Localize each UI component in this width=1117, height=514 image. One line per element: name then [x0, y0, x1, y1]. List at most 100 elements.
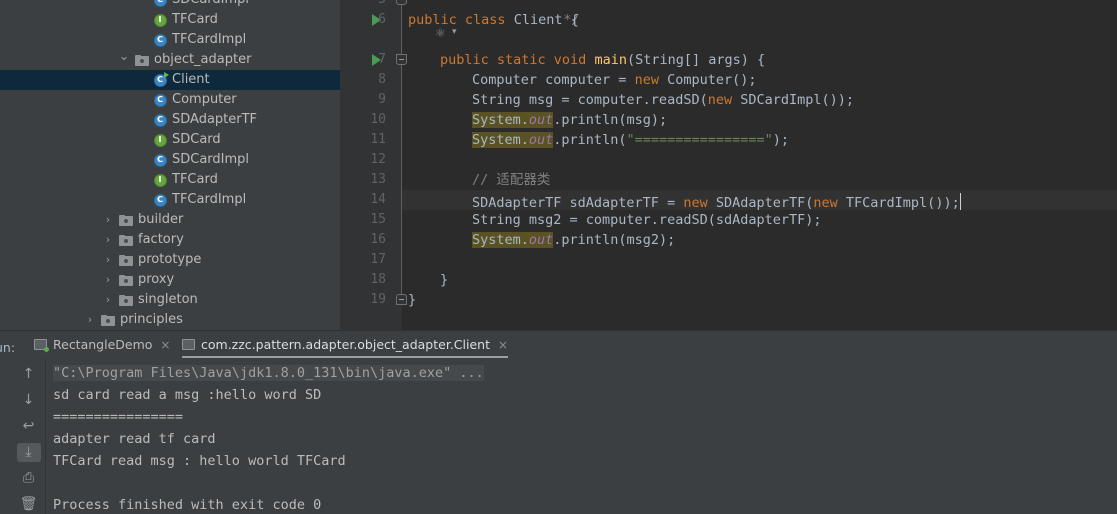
class-icon: C — [152, 90, 168, 110]
text-caret — [959, 193, 962, 210]
console-line: adapter read tf card — [53, 431, 216, 447]
code-text-area[interactable]: */ public class Client { public static v… — [402, 0, 1117, 330]
code-token-string: "================" — [626, 132, 773, 148]
run-tab-rectangledemo[interactable]: RectangleDemo × — [28, 331, 176, 358]
tree-item-client[interactable]: C Client — [0, 70, 340, 90]
chevron-right-icon[interactable]: › — [102, 210, 114, 230]
code-token-keyword: class — [464, 12, 506, 28]
tree-item-object_adapter[interactable]: ⌄ object_adapter — [0, 50, 340, 70]
code-token-text: Computer computer = — [472, 72, 635, 88]
tree-item-label: TFCardImpl — [172, 32, 247, 47]
scroll-to-end-icon[interactable]: ⤓ — [16, 442, 41, 462]
run-tab-bar[interactable]: RectangleDemo × com.zzc.pattern.adapter.… — [0, 331, 1117, 358]
tree-item-sdcardimpl[interactable]: C SDCardImpl — [0, 150, 340, 170]
code-token-keyword: new — [683, 195, 708, 211]
tree-item-tfcard[interactable]: I TFCard — [0, 170, 340, 190]
code-token-keyword: new — [813, 195, 838, 211]
class-runnable-icon: C — [152, 70, 169, 90]
code-token-text: ); — [772, 132, 790, 148]
code-line[interactable]: String msg = computer.readSD(new SDCardI… — [402, 90, 1117, 110]
console-toolbar[interactable]: ↑ ↓ ↩ ⤓ ⎙ 🗑 — [12, 358, 46, 514]
tree-item-label: Computer — [172, 92, 237, 107]
console-icon — [34, 339, 49, 352]
code-token-brace: } — [408, 292, 417, 308]
close-icon[interactable]: × — [498, 338, 508, 352]
tree-item-principles[interactable]: › principles — [0, 310, 340, 330]
tree-item-tfcardimpl[interactable]: C TFCardImpl — [0, 30, 340, 50]
folder-icon — [118, 290, 134, 310]
tree-item-tfcard[interactable]: I TFCard — [0, 10, 340, 30]
chevron-right-icon[interactable]: › — [102, 230, 114, 250]
chevron-right-icon[interactable]: › — [102, 290, 114, 310]
code-line[interactable]: String msg2 = computer.readSD(sdAdapterT… — [402, 210, 1117, 230]
run-tool-window: ● ✓ ─ □ ◢ │ RectangleDemo × com.zzc.patt… — [0, 330, 1117, 514]
tree-item-label: prototype — [138, 252, 202, 267]
code-token-field: out — [528, 232, 554, 248]
code-line-bean-spacer — [402, 30, 1117, 50]
console-line: ================ — [53, 409, 184, 425]
line-number: 6 — [378, 12, 386, 27]
code-line-current[interactable]: SDAdapterTF sdAdapterTF = new SDAdapterT… — [402, 190, 1117, 211]
code-token-keyword: new — [707, 92, 733, 108]
code-line[interactable]: */ — [402, 0, 1117, 28]
code-line[interactable] — [402, 250, 1117, 270]
chevron-right-icon[interactable]: › — [102, 250, 114, 270]
tree-item-sdadaptertf[interactable]: C SDAdapterTF — [0, 110, 340, 130]
code-line[interactable]: System.out.println(msg); — [402, 110, 1117, 130]
code-token-params: (String[] args) { — [626, 52, 766, 68]
code-line[interactable]: public static void main(String[] args) { — [402, 50, 1117, 70]
project-tree-scrollbar-track[interactable] — [330, 0, 337, 330]
tree-item-proxy[interactable]: › proxy — [0, 270, 340, 290]
code-line[interactable]: // 适配器类 — [402, 170, 1117, 190]
line-number: 13 — [370, 172, 386, 187]
code-line[interactable]: System.out.println(msg2); — [402, 230, 1117, 250]
class-icon: C — [152, 190, 168, 210]
code-token-text: .println( — [553, 132, 627, 148]
tree-item-label: principles — [120, 312, 183, 327]
tree-item-sdcard[interactable]: I SDCard — [0, 130, 340, 150]
line-number: 15 — [370, 212, 386, 227]
down-arrow-icon[interactable]: ↓ — [17, 390, 41, 409]
project-tree-pane[interactable]: C SDCardImpl I TFCard C TFCardImpl ⌄ object_ada… — [0, 0, 340, 330]
ide-window: C SDCardImpl I TFCard C TFCardImpl ⌄ object_ada… — [0, 0, 1117, 514]
chevron-right-icon[interactable]: › — [102, 270, 114, 290]
line-number: 9 — [378, 92, 386, 107]
folder-icon — [118, 270, 134, 290]
code-token-text: Computer(); — [658, 72, 757, 88]
interface-icon: I — [152, 130, 168, 150]
code-token-comment: // 适配器类 — [472, 172, 551, 188]
code-token-text: String msg = computer.readSD( — [472, 92, 708, 108]
console-output[interactable]: "C:\Program Files\Java\jdk1.8.0_131\bin\… — [47, 358, 1117, 514]
line-number: 19 — [370, 292, 386, 307]
run-tab-client[interactable]: com.zzc.pattern.adapter.object_adapter.C… — [176, 331, 514, 358]
console-line: Process finished with exit code 0 — [53, 497, 322, 513]
code-line[interactable]: public class Client { — [402, 10, 1117, 30]
tree-item-factory[interactable]: › factory — [0, 230, 340, 250]
code-editor[interactable]: ⚛ ▾ */ public class Client { public stat… — [340, 0, 1117, 330]
class-icon: C — [152, 150, 168, 170]
chevron-down-icon[interactable]: ⌄ — [118, 50, 130, 70]
tree-item-prototype[interactable]: › prototype — [0, 250, 340, 270]
close-icon[interactable]: × — [160, 338, 170, 352]
code-line[interactable]: } — [402, 290, 1117, 310]
folder-icon — [118, 230, 134, 250]
tree-item-computer[interactable]: C Computer — [0, 90, 340, 110]
code-line[interactable]: } — [402, 270, 1117, 290]
up-arrow-icon[interactable]: ↑ — [17, 364, 41, 383]
tree-item-tfcardimpl[interactable]: C TFCardImpl — [0, 190, 340, 210]
chevron-right-icon[interactable]: › — [84, 310, 96, 330]
soft-wrap-icon[interactable]: ↩ — [17, 416, 41, 435]
class-icon: C — [152, 110, 168, 130]
code-token-keyword: new — [634, 72, 659, 88]
code-token-text: SDAdapterTF( — [707, 195, 814, 211]
code-line[interactable]: Computer computer = new Computer(); — [402, 70, 1117, 90]
tree-item-singleton[interactable]: › singleton — [0, 290, 340, 310]
trash-icon[interactable]: 🗑 — [17, 495, 41, 514]
print-icon[interactable]: ⎙ — [17, 469, 41, 488]
tree-item-sdcardimpl[interactable]: C SDCardImpl — [0, 0, 340, 10]
code-line[interactable] — [402, 150, 1117, 170]
code-line[interactable]: System.out.println("================"); — [402, 130, 1117, 150]
line-number: 17 — [370, 252, 386, 267]
tree-item-builder[interactable]: › builder — [0, 210, 340, 230]
